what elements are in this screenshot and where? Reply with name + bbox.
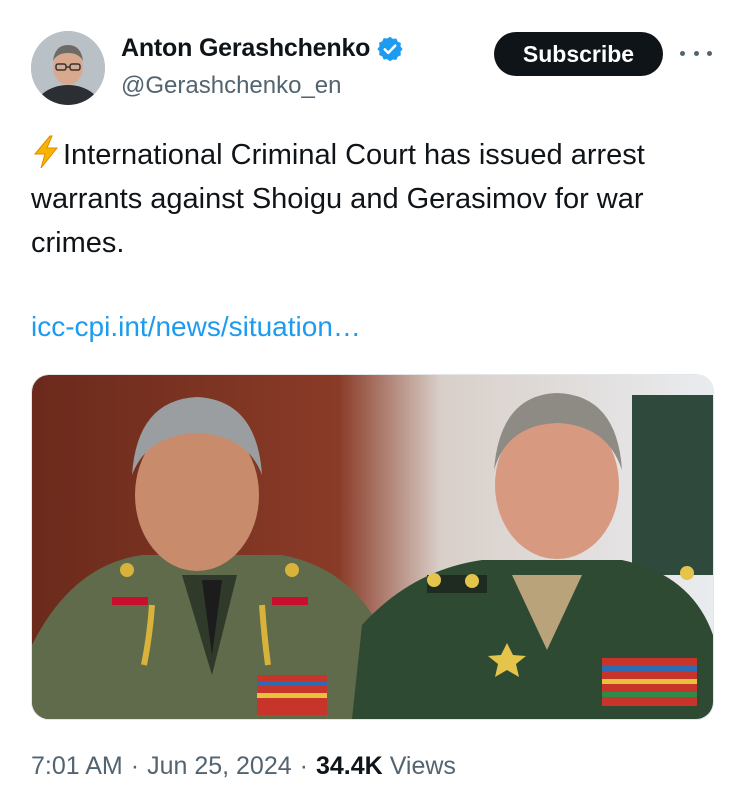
tweet-media-image[interactable] (31, 374, 714, 720)
views-label: Views (389, 752, 456, 780)
meta-separator: · (299, 752, 308, 780)
verified-badge-icon[interactable] (376, 35, 404, 63)
high-voltage-emoji-icon (33, 135, 59, 169)
meta-separator: · (130, 752, 140, 780)
tweet-body: International Criminal Court has issued … (31, 139, 645, 259)
avatar[interactable] (31, 31, 105, 105)
tweet-meta: 7:01 AM · Jun 25, 2024 · 34.4K Views (31, 752, 456, 781)
author-display-name[interactable]: Anton Gerashchenko (121, 34, 370, 63)
author-name-row: Anton Gerashchenko (121, 34, 404, 63)
tweet-link[interactable]: icc-cpi.int/news/situation… (31, 311, 361, 343)
more-horizontal-icon[interactable] (680, 45, 712, 61)
tweet-date[interactable]: Jun 25, 2024 (147, 752, 292, 781)
tweet-text: International Criminal Court has issued … (31, 133, 721, 265)
avatar-photo (31, 31, 105, 105)
military-officials-photo (32, 375, 713, 719)
author-handle[interactable]: @Gerashchenko_en (121, 72, 342, 100)
views-count: 34.4K (315, 752, 383, 780)
tweet-time[interactable]: 7:01 AM (31, 752, 123, 781)
subscribe-button[interactable]: Subscribe (494, 32, 663, 76)
